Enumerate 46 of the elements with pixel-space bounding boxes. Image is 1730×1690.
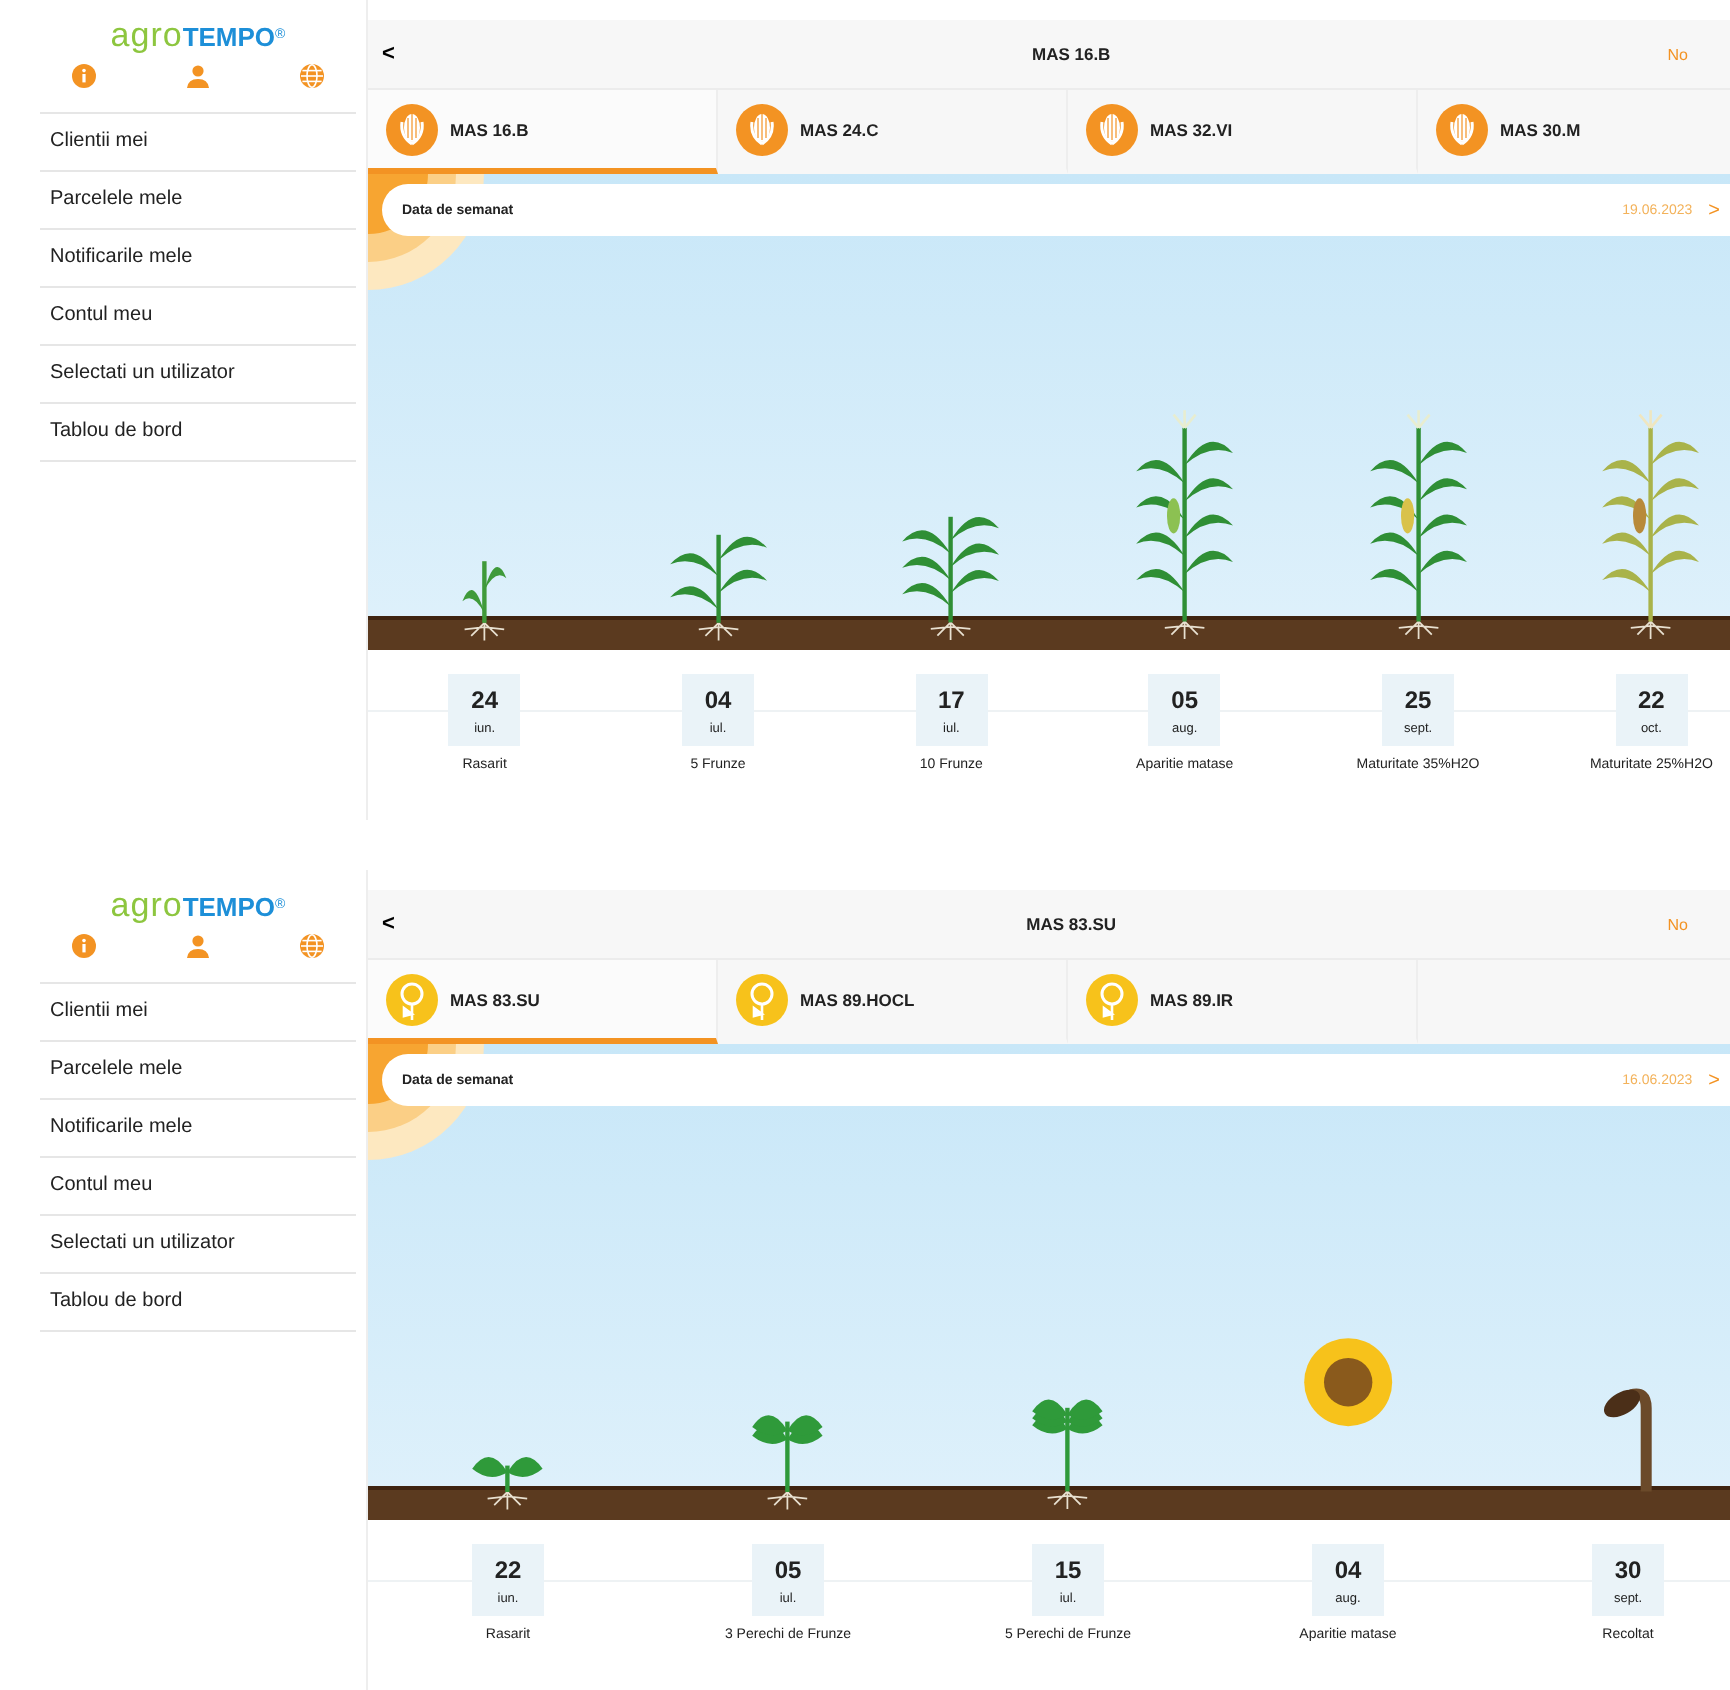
sidebar-item[interactable]: Contul meu xyxy=(40,1156,356,1214)
back-button[interactable]: < xyxy=(382,912,395,936)
stage-day: 05 xyxy=(774,1555,802,1583)
plant-drawing xyxy=(1600,1386,1656,1493)
corn-icon xyxy=(1436,103,1488,155)
globe-icon[interactable] xyxy=(300,64,324,88)
plant-drawing xyxy=(1301,1336,1395,1429)
corn-icon xyxy=(736,103,788,155)
globe-icon[interactable] xyxy=(300,934,324,958)
corn-icon xyxy=(1086,103,1138,155)
corn-icon xyxy=(386,103,438,155)
stage-day: 25 xyxy=(1404,685,1432,713)
stage-day: 17 xyxy=(937,685,965,713)
sidebar-item[interactable]: Clientii mei xyxy=(40,112,356,170)
sidebar-item[interactable]: Notificarile mele xyxy=(40,228,356,286)
stage-day: 22 xyxy=(494,1555,522,1583)
sidebar-item[interactable]: Notificarile mele xyxy=(40,1098,356,1156)
page-title: MAS 16.B xyxy=(1031,44,1111,64)
stage-day: 04 xyxy=(1334,1555,1362,1583)
stage-day: 05 xyxy=(1171,685,1199,713)
stage-day: 30 xyxy=(1614,1555,1642,1583)
sidebar-item[interactable]: Tablou de bord xyxy=(40,1272,356,1332)
chevron-icon: > xyxy=(1708,1069,1720,1091)
back-button[interactable]: < xyxy=(382,42,395,66)
flower-icon xyxy=(736,973,788,1025)
sidebar-item[interactable]: Parcelele mele xyxy=(40,170,356,228)
chevron-icon: > xyxy=(1708,199,1720,221)
sidebar-item[interactable]: Clientii mei xyxy=(40,982,356,1040)
stage-day: 15 xyxy=(1054,1555,1082,1583)
stage-day: 24 xyxy=(471,685,498,713)
sidebar-item[interactable]: Selectati un utilizator xyxy=(40,1214,356,1272)
info-icon[interactable] xyxy=(72,64,96,88)
stage-day: 22 xyxy=(1638,685,1665,713)
flower-icon xyxy=(1086,973,1138,1025)
stage-day: 04 xyxy=(704,685,732,713)
user-icon[interactable] xyxy=(186,934,210,958)
crop-tab[interactable]: MAS 83.SU xyxy=(368,960,718,1044)
info-icon[interactable] xyxy=(72,934,96,958)
page-title: MAS 83.SU xyxy=(1026,914,1117,934)
sidebar-item[interactable]: Contul meu xyxy=(40,286,356,344)
sidebar-item[interactable]: Tablou de bord xyxy=(40,402,356,462)
flower-icon xyxy=(386,973,438,1025)
sidebar-item[interactable]: Parcelele mele xyxy=(40,1040,356,1098)
user-icon[interactable] xyxy=(186,64,210,88)
crop-tab[interactable]: MAS 16.B xyxy=(368,90,718,174)
sidebar-item[interactable]: Selectati un utilizator xyxy=(40,344,356,402)
